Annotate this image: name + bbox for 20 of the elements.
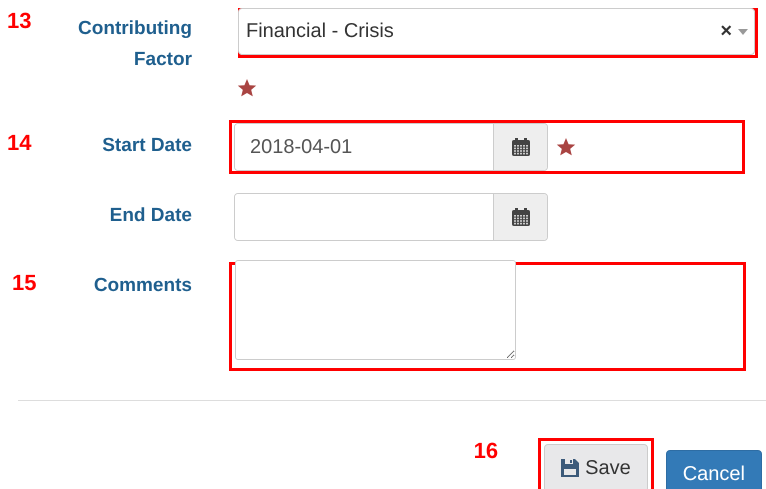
field-label: Start Date	[101, 134, 192, 158]
calendar-button[interactable]	[493, 194, 547, 240]
field-label: Contributing Factor	[77, 17, 192, 72]
save-button[interactable]: Save	[544, 444, 648, 489]
date-field[interactable]	[234, 193, 548, 241]
callout-number: 16	[474, 438, 498, 464]
calendar-icon	[510, 207, 530, 227]
callout-number: 14	[7, 130, 32, 156]
callout-number: 15	[12, 270, 36, 296]
calendar-icon	[510, 137, 530, 157]
clear-button[interactable]: ×	[720, 20, 732, 43]
caret-icon	[738, 28, 748, 34]
field-label: End Date	[108, 204, 192, 228]
comments-field[interactable]	[235, 260, 516, 360]
callout-number: 13	[7, 8, 32, 34]
calendar-button[interactable]	[493, 124, 547, 170]
factor-select[interactable]: Financial - Crisis ×	[238, 8, 755, 55]
date-field[interactable]: 2018-04-01	[234, 123, 548, 171]
cancel-button[interactable]: Cancel	[666, 450, 762, 489]
field-label: Comments	[92, 274, 192, 298]
